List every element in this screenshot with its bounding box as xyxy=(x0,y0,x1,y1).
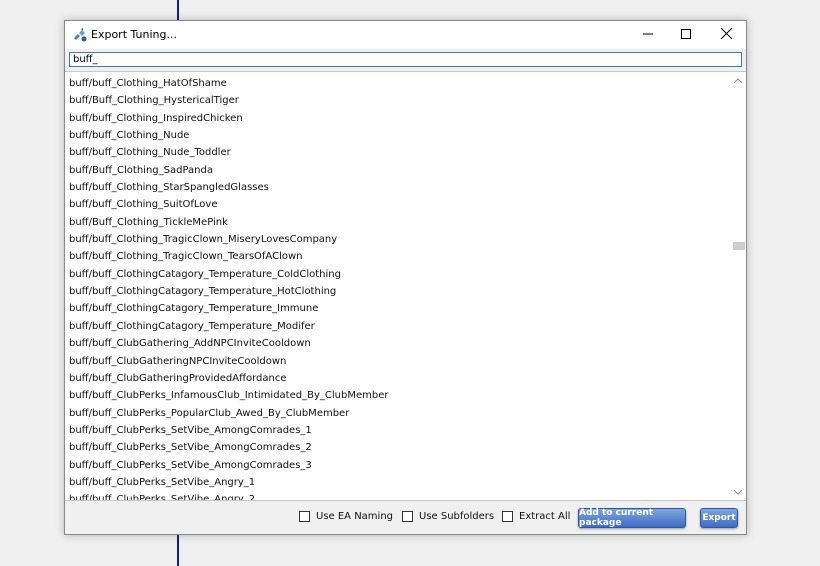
list-item[interactable]: buff/buff_ClubPerks_SetVibe_AmongComrade… xyxy=(69,422,724,439)
add-to-package-button[interactable]: Add to current package xyxy=(578,508,686,528)
subfolders-option[interactable]: Use Subfolders xyxy=(402,511,494,522)
list-item[interactable]: buff/buff_Clothing_SuitOfLove xyxy=(69,196,724,213)
list-item[interactable]: buff/Buff_Clothing_HystericalTiger xyxy=(69,92,724,109)
extract-all-label: Extract All xyxy=(519,511,571,522)
list-item[interactable]: buff/buff_ClothingCatagory_Temperature_I… xyxy=(69,300,724,317)
list-item[interactable]: buff/buff_ClubGathering_AddNPCInviteCool… xyxy=(69,335,724,352)
list-item[interactable]: buff/buff_ClubPerks_SetVibe_AmongComrade… xyxy=(69,439,724,456)
scroll-up-button[interactable] xyxy=(729,72,746,88)
extract-all-checkbox[interactable] xyxy=(502,511,513,522)
list-item[interactable]: buff/buff_ClubGatheringProvidedAffordanc… xyxy=(69,370,724,387)
minimize-icon xyxy=(643,29,653,42)
subfolders-checkbox[interactable] xyxy=(402,511,413,522)
chevron-up-icon xyxy=(733,75,742,86)
list-item[interactable]: buff/buff_Clothing_InspiredChicken xyxy=(69,110,724,127)
list-item[interactable]: buff/buff_Clothing_TragicClown_MiseryLov… xyxy=(69,231,724,248)
subfolders-label: Use Subfolders xyxy=(419,511,495,522)
list-item[interactable]: buff/buff_ClothingCatagory_Temperature_C… xyxy=(69,266,724,283)
list-item[interactable]: buff/buff_Clothing_HatOfShame xyxy=(69,75,724,92)
export-tuning-dialog: Export Tuning... buff/buff_Clothing_HatO… xyxy=(64,20,747,535)
chevron-down-icon xyxy=(733,487,742,498)
list-item[interactable]: buff/buff_ClubPerks_SetVibe_Angry_2 xyxy=(69,491,724,500)
list-item[interactable]: buff/buff_Clothing_Nude xyxy=(69,127,724,144)
window-title: Export Tuning... xyxy=(91,28,177,41)
vertical-scrollbar[interactable] xyxy=(729,72,746,500)
list-item[interactable]: buff/buff_ClubPerks_SetVibe_AmongComrade… xyxy=(69,457,724,474)
list-item[interactable]: buff/buff_ClubPerks_InfamousClub_Intimid… xyxy=(69,387,724,404)
list-item[interactable]: buff/Buff_Clothing_SadPanda xyxy=(69,162,724,179)
maximize-icon xyxy=(681,28,691,42)
close-icon xyxy=(720,27,732,42)
tuning-list-items: buff/buff_Clothing_HatOfShame buff/Buff_C… xyxy=(69,75,724,500)
export-button[interactable]: Export xyxy=(700,508,738,528)
list-item[interactable]: buff/buff_Clothing_TragicClown_TearsOfAC… xyxy=(69,248,724,265)
list-item[interactable]: buff/buff_ClubGatheringNPCInviteCooldown xyxy=(69,353,724,370)
ea-naming-label: Use EA Naming xyxy=(316,511,394,522)
list-item[interactable]: buff/buff_ClothingCatagory_Temperature_M… xyxy=(69,318,724,335)
list-item[interactable]: buff/buff_ClubPerks_PopularClub_Awed_By_… xyxy=(69,405,724,422)
list-item[interactable]: buff/buff_Clothing_StarSpangledGlasses xyxy=(69,179,724,196)
close-button[interactable] xyxy=(706,21,746,49)
title-bar[interactable]: Export Tuning... xyxy=(65,21,746,49)
extract-all-option[interactable]: Extract All xyxy=(502,511,570,522)
maximize-button[interactable] xyxy=(666,21,706,49)
ea-naming-option[interactable]: Use EA Naming xyxy=(299,511,393,522)
ea-naming-checkbox[interactable] xyxy=(299,511,310,522)
list-item[interactable]: buff/buff_Clothing_Nude_Toddler xyxy=(69,144,724,161)
list-item[interactable]: buff/buff_ClothingCatagory_Temperature_H… xyxy=(69,283,724,300)
list-item[interactable]: buff/buff_ClubPerks_SetVibe_Angry_1 xyxy=(69,474,724,491)
tuning-icon xyxy=(72,27,88,43)
tuning-list[interactable]: buff/buff_Clothing_HatOfShame buff/Buff_C… xyxy=(65,71,746,501)
dialog-footer: Use EA Naming Use Subfolders Extract All… xyxy=(65,501,746,534)
scroll-down-button[interactable] xyxy=(729,484,746,500)
search-input[interactable] xyxy=(69,52,742,67)
minimize-button[interactable] xyxy=(628,21,668,49)
list-item[interactable]: buff/Buff_Clothing_TickleMePink xyxy=(69,214,724,231)
scrollbar-thumb[interactable] xyxy=(733,242,745,250)
